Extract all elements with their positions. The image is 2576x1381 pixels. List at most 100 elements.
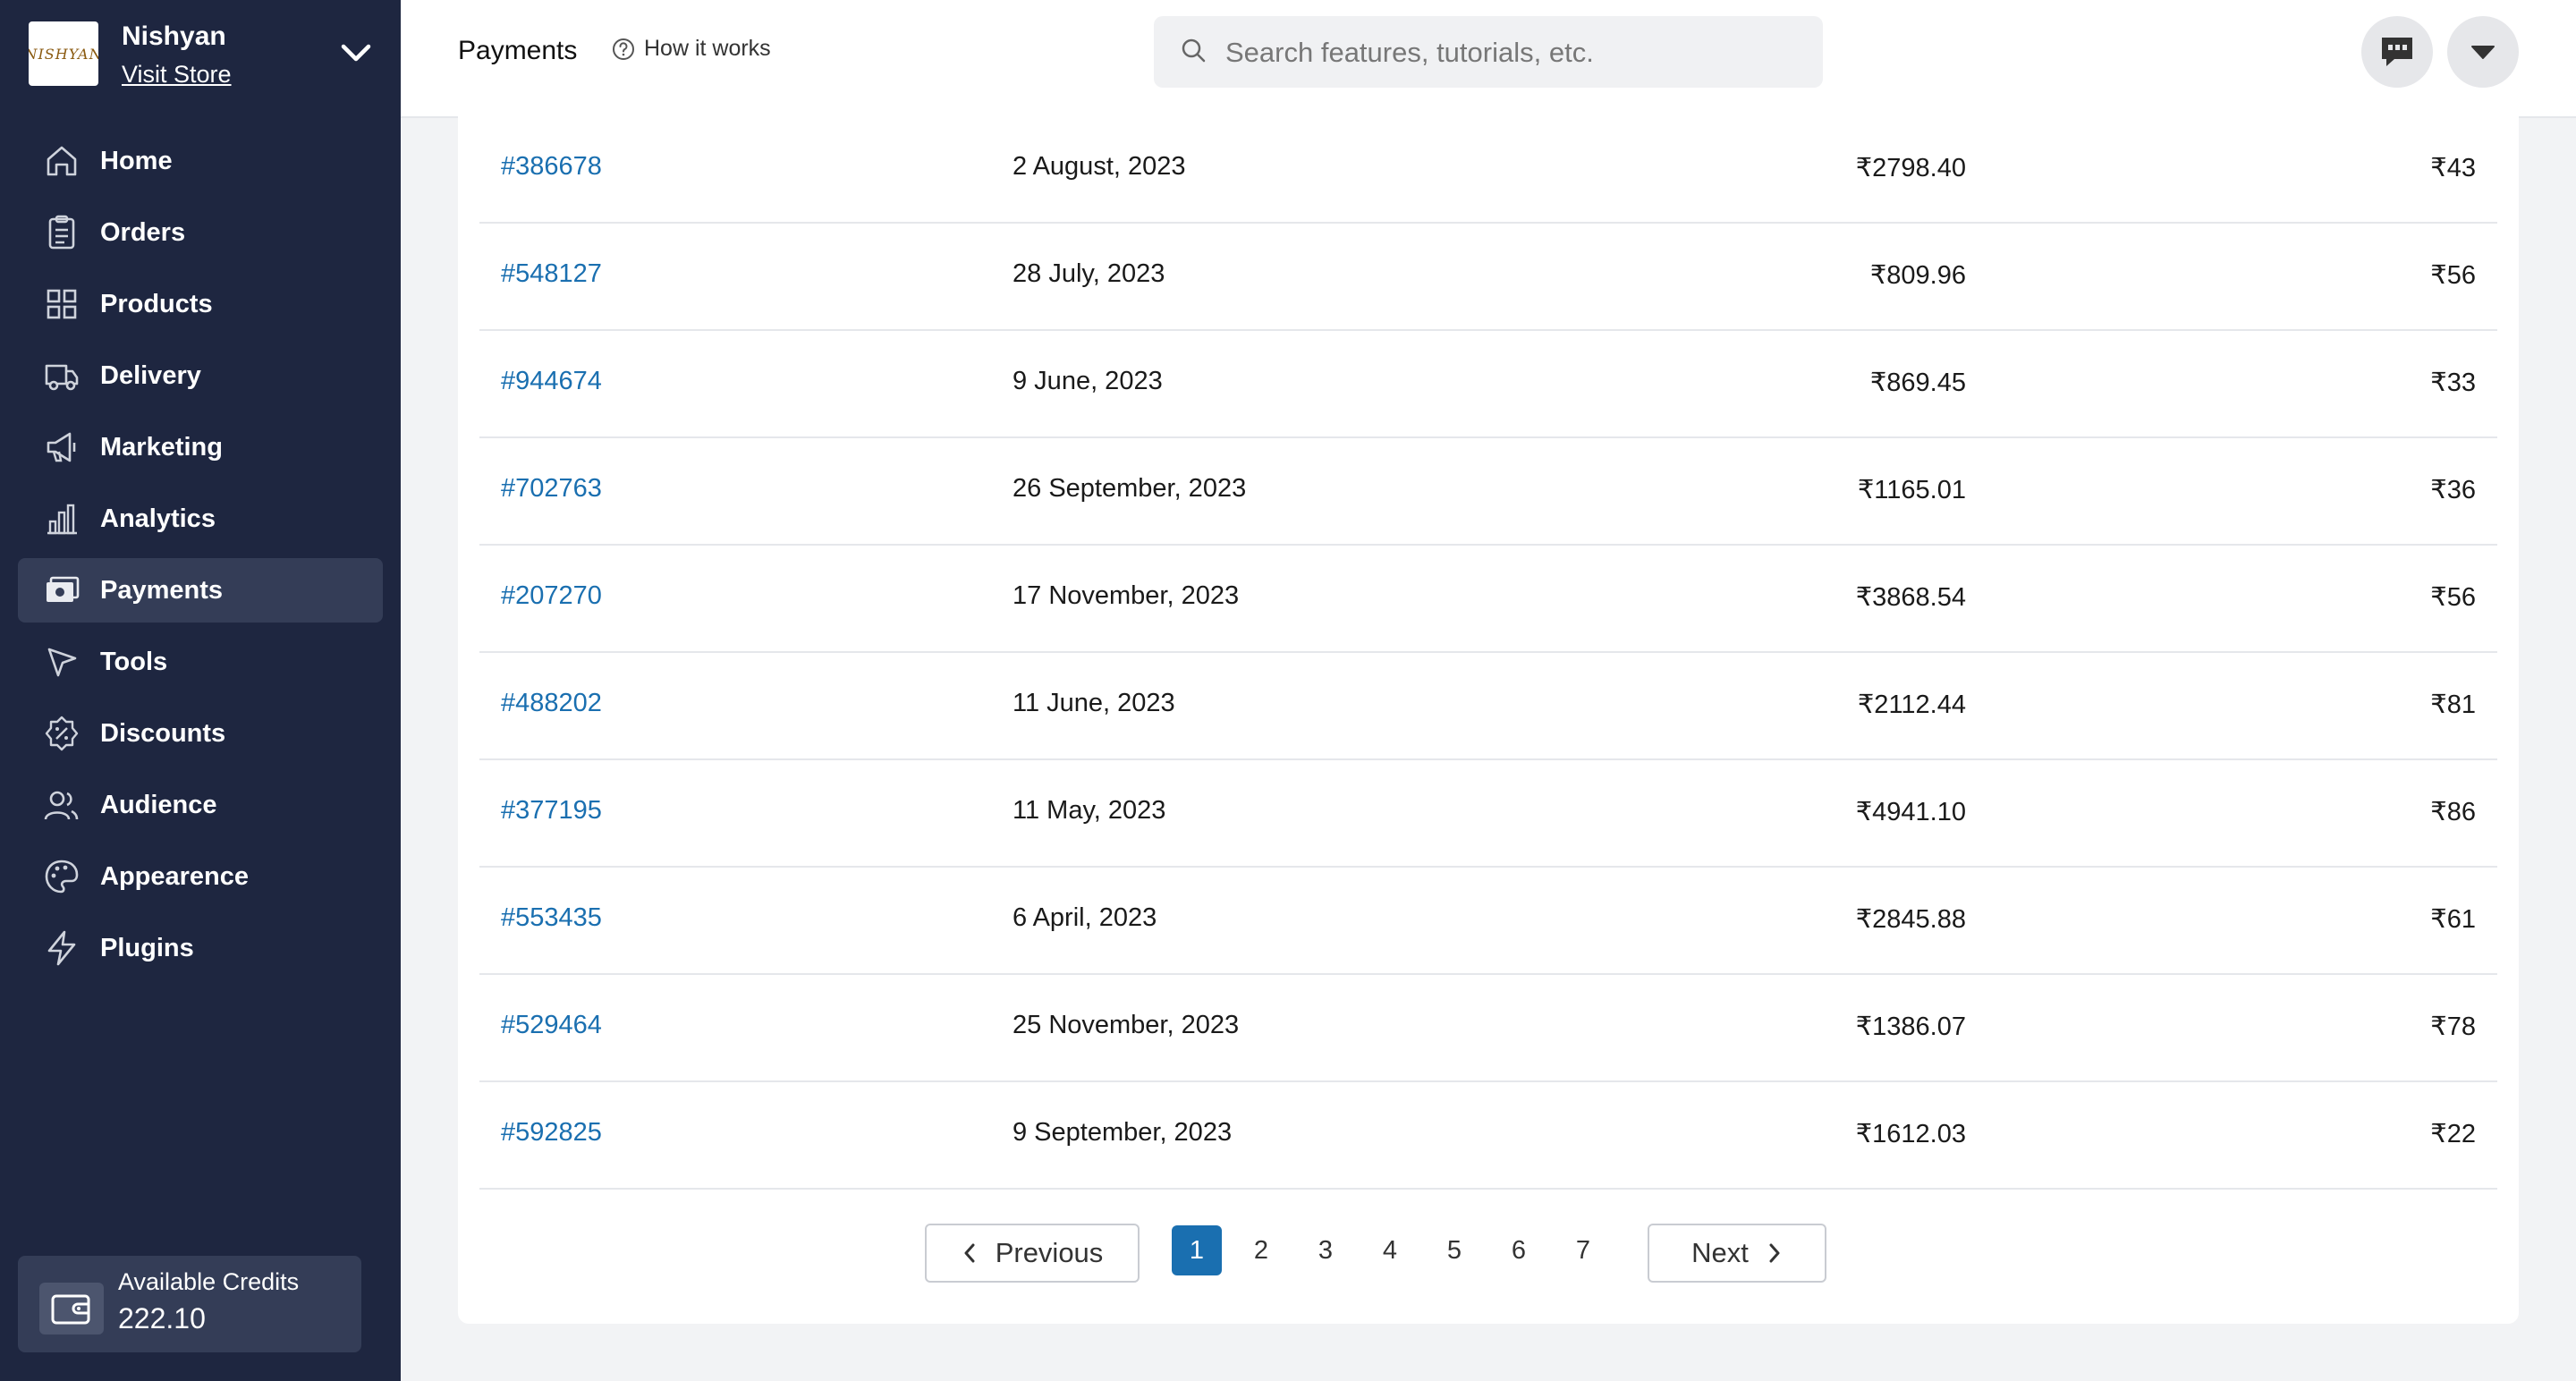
chat-button[interactable] xyxy=(2361,16,2433,88)
chevron-left-icon xyxy=(964,1243,975,1263)
payment-fee: ₹36 xyxy=(2430,476,2476,504)
top-bar: Payments How it works xyxy=(401,0,2576,118)
previous-button[interactable]: Previous xyxy=(925,1224,1140,1283)
home-icon xyxy=(43,142,80,180)
sidebar-item-label: Products xyxy=(100,289,213,318)
payment-date: 11 May, 2023 xyxy=(1013,796,1166,825)
account-menu-button[interactable] xyxy=(2447,16,2519,88)
wallet-icon xyxy=(39,1283,104,1334)
store-header: NISHYAN Nishyan Visit Store xyxy=(29,20,401,91)
order-id-link[interactable]: #702763 xyxy=(501,474,602,504)
visit-store-link[interactable]: Visit Store xyxy=(122,61,232,89)
bar-chart-icon xyxy=(43,500,80,538)
sidebar-item-audience[interactable]: Audience xyxy=(18,773,383,837)
sidebar-item-marketing[interactable]: Marketing xyxy=(18,415,383,479)
table-row: #548127 28 July, 2023 ₹809.96 ₹56 xyxy=(479,224,2497,331)
payment-amount: ₹4941.10 xyxy=(1855,798,1966,826)
sidebar: NISHYAN Nishyan Visit Store Home Orders Pr… xyxy=(0,0,401,1381)
next-button[interactable]: Next xyxy=(1648,1224,1826,1283)
sidebar-item-label: Marketing xyxy=(100,432,223,462)
payment-fee: ₹78 xyxy=(2430,1012,2476,1041)
order-id-link[interactable]: #548127 xyxy=(501,259,602,289)
payment-date: 9 September, 2023 xyxy=(1013,1118,1233,1147)
sidebar-item-home[interactable]: Home xyxy=(18,129,383,193)
payment-amount: ₹869.45 xyxy=(1869,369,1966,397)
payment-fee: ₹86 xyxy=(2430,798,2476,826)
discount-badge-icon xyxy=(43,715,80,752)
sidebar-item-plugins[interactable]: Plugins xyxy=(18,916,383,980)
sidebar-item-products[interactable]: Products xyxy=(18,272,383,336)
payment-date: 9 June, 2023 xyxy=(1013,367,1163,395)
store-name: Nishyan xyxy=(122,21,226,51)
search-bar[interactable] xyxy=(1154,16,1823,88)
table-row: #207270 17 November, 2023 ₹3868.54 ₹56 xyxy=(479,546,2497,653)
order-id-link[interactable]: #529464 xyxy=(501,1011,602,1040)
search-input[interactable] xyxy=(1224,29,1800,77)
payment-date: 28 July, 2023 xyxy=(1013,259,1165,288)
order-id-link[interactable]: #553435 xyxy=(501,903,602,933)
page-title: Payments xyxy=(458,36,578,65)
payments-table: #386678 2 August, 2023 ₹2798.40 ₹43 #548127 2… xyxy=(479,116,2497,1190)
table-row: #488202 11 June, 2023 ₹2112.44 ₹81 xyxy=(479,653,2497,760)
page-5-button[interactable]: 5 xyxy=(1429,1225,1479,1275)
sidebar-item-label: Tools xyxy=(100,647,168,676)
users-icon xyxy=(43,786,80,824)
table-row: #386678 2 August, 2023 ₹2798.40 ₹43 xyxy=(479,116,2497,224)
sidebar-item-label: Audience xyxy=(100,790,217,819)
page-1-button[interactable]: 1 xyxy=(1172,1225,1222,1275)
payment-amount: ₹1165.01 xyxy=(1857,476,1966,504)
order-id-link[interactable]: #944674 xyxy=(501,367,602,396)
page-7-button[interactable]: 7 xyxy=(1558,1225,1608,1275)
order-id-link[interactable]: #386678 xyxy=(501,152,602,182)
page-2-button[interactable]: 2 xyxy=(1236,1225,1286,1275)
payment-fee: ₹22 xyxy=(2430,1120,2476,1148)
credits-label: Available Credits xyxy=(118,1268,300,1295)
sidebar-item-orders[interactable]: Orders xyxy=(18,200,383,265)
search-icon xyxy=(1182,38,1206,63)
sidebar-item-payments[interactable]: Payments xyxy=(18,558,383,623)
order-id-link[interactable]: #592825 xyxy=(501,1118,602,1148)
sidebar-item-label: Delivery xyxy=(100,360,201,390)
orders-icon xyxy=(43,214,80,251)
payments-card: #386678 2 August, 2023 ₹2798.40 ₹43 #548127 2… xyxy=(458,116,2519,1324)
payment-amount: ₹3868.54 xyxy=(1855,583,1966,612)
payment-amount: ₹2845.88 xyxy=(1855,905,1966,934)
table-row: #529464 25 November, 2023 ₹1386.07 ₹78 xyxy=(479,975,2497,1082)
order-id-link[interactable]: #207270 xyxy=(501,581,602,611)
payment-amount: ₹1612.03 xyxy=(1855,1120,1966,1148)
sidebar-item-label: Appearence xyxy=(100,861,250,891)
payment-date: 26 September, 2023 xyxy=(1013,474,1247,503)
store-logo: NISHYAN xyxy=(29,21,98,86)
megaphone-icon xyxy=(43,428,80,466)
truck-icon xyxy=(43,357,80,394)
payment-fee: ₹56 xyxy=(2430,261,2476,290)
page-3-button[interactable]: 3 xyxy=(1301,1225,1351,1275)
sidebar-item-tools[interactable]: Tools xyxy=(18,630,383,694)
sidebar-item-label: Home xyxy=(100,146,173,175)
payment-date: 25 November, 2023 xyxy=(1013,1011,1240,1039)
chevron-down-icon[interactable] xyxy=(336,36,376,72)
next-label: Next xyxy=(1691,1237,1749,1268)
page-6-button[interactable]: 6 xyxy=(1494,1225,1544,1275)
palette-icon xyxy=(43,858,80,895)
order-id-link[interactable]: #377195 xyxy=(501,796,602,826)
how-it-works-label: How it works xyxy=(644,36,771,61)
caret-down-icon xyxy=(2471,46,2495,59)
sidebar-item-label: Payments xyxy=(100,575,224,605)
payment-date: 2 August, 2023 xyxy=(1013,152,1186,181)
sidebar-item-delivery[interactable]: Delivery xyxy=(18,343,383,408)
page-4-button[interactable]: 4 xyxy=(1365,1225,1415,1275)
available-credits-card[interactable]: Available Credits 222.10 xyxy=(18,1256,361,1352)
payments-icon xyxy=(43,572,80,609)
sidebar-item-discounts[interactable]: Discounts xyxy=(18,701,383,766)
sidebar-item-label: Discounts xyxy=(100,718,226,748)
help-circle-icon xyxy=(613,38,634,60)
sidebar-item-label: Orders xyxy=(100,217,186,247)
sidebar-item-appearence[interactable]: Appearence xyxy=(18,844,383,909)
sidebar-item-analytics[interactable]: Analytics xyxy=(18,487,383,551)
order-id-link[interactable]: #488202 xyxy=(501,689,602,718)
table-row: #944674 9 June, 2023 ₹869.45 ₹33 xyxy=(479,331,2497,438)
payment-date: 11 June, 2023 xyxy=(1013,689,1175,717)
how-it-works-link[interactable]: How it works xyxy=(612,36,771,62)
payment-amount: ₹809.96 xyxy=(1869,261,1966,290)
